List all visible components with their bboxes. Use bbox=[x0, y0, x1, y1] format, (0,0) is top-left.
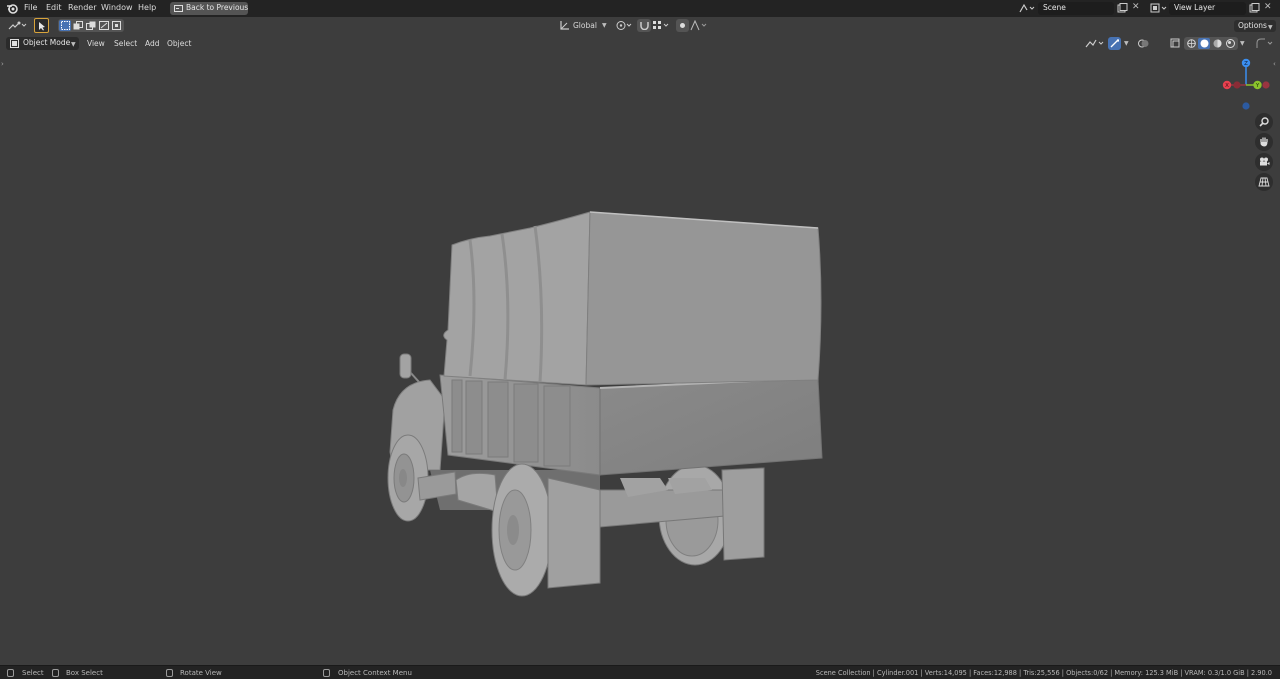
new-view-layer-icon[interactable] bbox=[1249, 3, 1260, 14]
status-stats: Scene Collection | Cylinder.001 | Verts:… bbox=[815, 669, 1272, 677]
scene-name: Scene bbox=[1043, 3, 1066, 12]
status-select: Select bbox=[22, 669, 44, 677]
3d-viewport[interactable]: › ‹ Z Y X bbox=[0, 52, 1280, 665]
new-scene-icon[interactable] bbox=[1117, 3, 1128, 14]
back-to-previous-label: Back to Previous bbox=[186, 3, 249, 12]
overlay-icon[interactable] bbox=[1138, 38, 1150, 49]
top-menu-bar: File Edit Render Window Help Back to Pre… bbox=[0, 0, 1280, 17]
mouse-left-icon bbox=[7, 669, 14, 677]
shading-mode-group bbox=[1184, 37, 1238, 50]
solid-shading-button[interactable] bbox=[1198, 38, 1210, 49]
blender-logo-icon[interactable] bbox=[6, 3, 18, 14]
menu-window[interactable]: Window bbox=[101, 3, 133, 12]
snap-toggle[interactable] bbox=[637, 19, 651, 32]
mouse-middle-icon bbox=[166, 669, 173, 677]
selection-mode-group bbox=[58, 19, 124, 32]
scene-icon[interactable] bbox=[1018, 3, 1036, 14]
object-mode-icon bbox=[10, 39, 19, 48]
options-label: Options bbox=[1238, 21, 1267, 30]
xray-icon[interactable] bbox=[1170, 38, 1181, 49]
magnet-icon bbox=[640, 22, 649, 30]
mode-set-button[interactable] bbox=[59, 20, 71, 31]
menu-file[interactable]: File bbox=[24, 3, 37, 12]
pivot-point-icon[interactable] bbox=[616, 20, 634, 31]
box-select-new-icon bbox=[61, 21, 70, 30]
mode-intersect-icon[interactable] bbox=[112, 21, 122, 30]
mode-invert-icon[interactable] bbox=[99, 21, 109, 30]
solid-shading-icon bbox=[1200, 39, 1209, 48]
material-shading-icon[interactable] bbox=[1213, 39, 1222, 48]
chevron-down-icon[interactable]: ▼ bbox=[602, 22, 607, 29]
menu-view[interactable]: View bbox=[87, 39, 105, 48]
editor-type-icon[interactable] bbox=[8, 20, 28, 31]
status-context-menu: Object Context Menu bbox=[338, 669, 412, 677]
visibility-icon[interactable] bbox=[1085, 38, 1105, 49]
proportional-icon bbox=[680, 23, 685, 28]
gizmo-icon bbox=[1110, 39, 1119, 48]
menu-select[interactable]: Select bbox=[114, 39, 137, 48]
falloff-curve-icon[interactable] bbox=[690, 20, 708, 31]
chevron-down-icon: ▼ bbox=[1268, 24, 1273, 31]
object-mode-label: Object Mode bbox=[23, 38, 71, 47]
mouse-right-icon bbox=[323, 669, 330, 677]
view-layer-field[interactable]: View Layer bbox=[1169, 2, 1246, 15]
back-to-previous-button[interactable]: Back to Previous bbox=[170, 2, 248, 15]
proportional-edit-toggle[interactable] bbox=[676, 19, 689, 32]
sidebar-toggle-icon[interactable] bbox=[1256, 38, 1274, 49]
chevron-down-icon[interactable]: ▼ bbox=[1124, 40, 1129, 47]
gizmo-toggle[interactable] bbox=[1108, 37, 1121, 50]
delete-view-layer-icon[interactable]: ✕ bbox=[1264, 2, 1272, 12]
orientation-icon[interactable] bbox=[559, 20, 571, 31]
mouse-drag-icon bbox=[52, 669, 59, 677]
snap-target-icon[interactable] bbox=[652, 20, 670, 31]
orientation-label[interactable]: Global bbox=[573, 21, 597, 30]
mode-subtract-icon[interactable] bbox=[86, 21, 96, 30]
back-icon bbox=[174, 5, 183, 12]
menu-object[interactable]: Object bbox=[167, 39, 191, 48]
rendered-shading-icon[interactable] bbox=[1226, 39, 1235, 48]
select-cursor-icon bbox=[39, 22, 45, 31]
wireframe-shading-icon[interactable] bbox=[1187, 39, 1196, 48]
status-box-select: Box Select bbox=[66, 669, 103, 677]
viewport-header: Object Mode ▼ View Select Add Object ▼ ▼ bbox=[0, 35, 1280, 52]
menu-render[interactable]: Render bbox=[68, 3, 96, 12]
select-tool-button[interactable] bbox=[34, 18, 49, 33]
status-rotate-view: Rotate View bbox=[180, 669, 222, 677]
scene-name-field[interactable]: Scene bbox=[1038, 2, 1114, 15]
tool-settings-bar: Global ▼ Options ▼ bbox=[0, 17, 1280, 35]
view-layer-icon[interactable] bbox=[1150, 3, 1168, 14]
truck-model[interactable] bbox=[0, 52, 1280, 665]
options-button[interactable]: Options ▼ bbox=[1234, 20, 1276, 32]
chevron-down-icon: ▼ bbox=[71, 41, 76, 48]
delete-scene-icon[interactable]: ✕ bbox=[1132, 2, 1140, 12]
view-layer-name: View Layer bbox=[1174, 3, 1216, 12]
menu-add[interactable]: Add bbox=[145, 39, 160, 48]
mode-extend-icon[interactable] bbox=[73, 21, 83, 30]
status-bar: Select Box Select Rotate View Object Con… bbox=[0, 665, 1280, 679]
menu-help[interactable]: Help bbox=[138, 3, 156, 12]
object-mode-dropdown[interactable]: Object Mode ▼ bbox=[6, 37, 79, 50]
menu-edit[interactable]: Edit bbox=[46, 3, 62, 12]
chevron-down-icon[interactable]: ▼ bbox=[1240, 40, 1245, 47]
